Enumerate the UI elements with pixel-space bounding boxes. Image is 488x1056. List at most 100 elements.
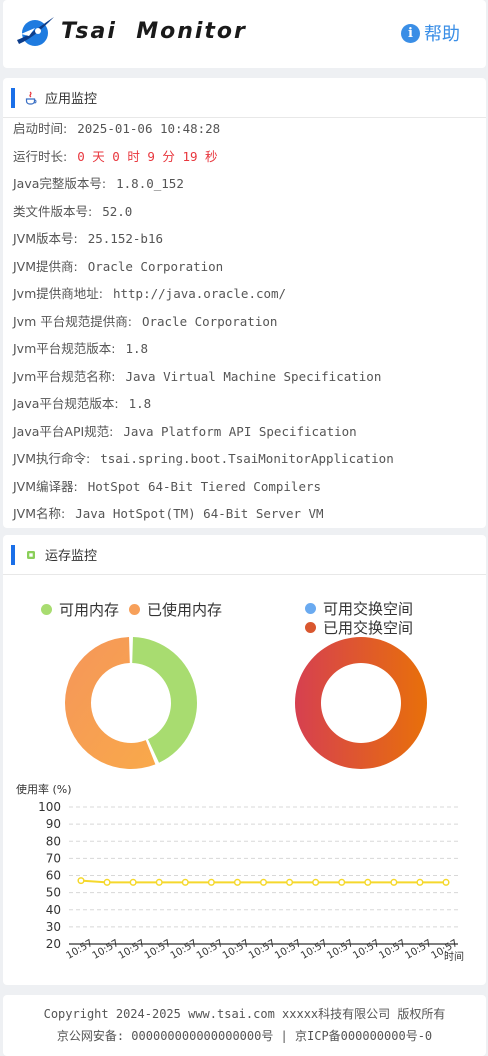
info-key: Jvm提供商地址: (13, 286, 103, 301)
info-value: 25.152-b16 (87, 231, 163, 246)
donut-slice-used-swap[interactable] (294, 637, 427, 769)
info-row: JVM名称: Java HotSpot(TM) 64-Bit Server VM (13, 507, 486, 535)
usage-line-chart[interactable]: 使用率 (%)203040506070809010010:5710:5710:5… (3, 777, 486, 967)
usage-data-point[interactable] (103, 878, 111, 886)
info-key: Jvm 平台规范提供商: (13, 313, 132, 329)
memory-monitor-title: 运存监控 (45, 549, 98, 564)
legend-free-swap-item: 可用交换空间 (305, 599, 413, 618)
legend-dot-used-swap (305, 622, 316, 633)
info-value: tsai.spring.boot.TsaiMonitorApplication (100, 451, 394, 466)
info-key: JVM执行命令: (13, 451, 91, 466)
info-value: 0 天 0 时 9 分 19 秒 (77, 148, 218, 164)
info-value: Java Virtual Machine Specification (125, 368, 382, 384)
usage-data-point[interactable] (233, 878, 241, 886)
info-value: 1.8.0_152 (116, 176, 184, 191)
x-tick-label: 10:57 (65, 938, 95, 962)
usage-data-point[interactable] (286, 878, 294, 886)
y-tick-label: 100 (38, 800, 61, 814)
app-info-list: 启动时间: 2025-01-06 10:48:28 运行时长: 0 天 0 时 9 分… (3, 122, 486, 535)
info-row: 类文件版本号: 52.0 (13, 203, 486, 233)
swap-legend[interactable]: 可用交换空间 已用交换空间 (305, 599, 413, 637)
usage-data-point[interactable] (390, 878, 398, 886)
usage-data-point[interactable] (77, 877, 85, 885)
java-icon (25, 90, 37, 105)
y-tick-label: 60 (46, 869, 61, 883)
x-tick-label: 10:57 (273, 938, 303, 962)
license-text: 京公网安备: 000000000000000000号 | 京ICP备000000… (56, 1029, 433, 1043)
x-tick-label: 10:57 (325, 938, 355, 962)
legend-dot-used-memory (129, 604, 141, 615)
info-row: Jvm平台规范版本: 1.8 (13, 342, 486, 370)
info-key: 启动时间: (13, 121, 68, 136)
accent-bar (11, 544, 15, 565)
usage-data-point[interactable] (338, 878, 346, 886)
chip-icon (25, 548, 37, 562)
app-monitor-card: 应用监控 启动时间: 2025-01-06 10:48:28 运行时长: 0 天 0 … (3, 78, 486, 528)
info-key: Java平台规范版本: (13, 396, 119, 411)
legend-dot-free-memory (41, 604, 52, 615)
info-key: JVM版本号: (13, 231, 78, 246)
app-monitor-title: 应用监控 (45, 92, 98, 107)
legend-free-memory: 可用内存 (59, 601, 120, 619)
info-row: 启动时间: 2025-01-06 10:48:28 (13, 122, 486, 150)
info-row: 运行时长: 0 天 0 时 9 分 19 秒 (13, 148, 486, 178)
y-tick-label: 50 (46, 886, 61, 900)
usage-data-point[interactable] (364, 878, 372, 886)
info-key: JVM名称: (13, 506, 66, 521)
info-row: JVM编译器: HotSpot 64-Bit Tiered Compilers (13, 478, 486, 508)
info-key: JVM提供商: (13, 258, 78, 274)
logo-icon (17, 17, 54, 46)
usage-data-point[interactable] (207, 878, 215, 886)
usage-data-point[interactable] (312, 878, 320, 886)
usage-data-point[interactable] (181, 878, 189, 886)
info-row: Java完整版本号: 1.8.0_152 (13, 177, 486, 205)
usage-data-point[interactable] (129, 878, 137, 886)
y-axis-label: 使用率 (%) (16, 782, 72, 796)
legend-free-swap: 可用交换空间 (323, 600, 414, 618)
usage-data-point[interactable] (442, 878, 450, 886)
app-header: Tsai Monitor i 帮助 (3, 0, 486, 68)
x-tick-label: 10:57 (247, 938, 277, 962)
info-row: Jvm平台规范名称: Java Virtual Machine Specifica… (13, 368, 486, 398)
info-value: Java Platform API Specification (123, 423, 357, 439)
page-footer: Copyright 2024-2025 www.tsai.com xxxxx科技… (3, 995, 486, 1056)
info-key: Jvm平台规范版本: (13, 341, 116, 356)
memory-donut-chart[interactable] (61, 633, 201, 773)
usage-data-point[interactable] (416, 878, 424, 886)
info-value: 1.8 (128, 396, 152, 411)
info-icon: i (401, 23, 420, 43)
info-value: HotSpot 64-Bit Tiered Compilers (87, 478, 322, 494)
info-value: http://java.oracle.com/ (112, 286, 287, 301)
memory-legend[interactable]: 可用内存 已使用内存 (41, 599, 222, 620)
info-row: JVM版本号: 25.152-b16 (13, 232, 486, 260)
swap-donut-chart[interactable] (291, 633, 431, 773)
x-axis-label: 时间 (444, 950, 464, 963)
y-tick-label: 20 (46, 937, 61, 951)
info-key: JVM编译器: (13, 478, 78, 494)
info-row: JVM提供商: Oracle Corporation (13, 258, 486, 288)
x-tick-label: 10:57 (377, 938, 407, 962)
legend-dot-free-swap (305, 603, 316, 614)
x-tick-label: 10:57 (403, 938, 433, 962)
usage-data-point[interactable] (155, 878, 163, 886)
y-tick-label: 80 (46, 834, 61, 848)
info-row: Java平台规范版本: 1.8 (13, 397, 486, 425)
info-row: Java平台API规范: Java Platform API Specificat… (13, 423, 486, 453)
y-tick-label: 70 (46, 851, 61, 865)
info-key: Java平台API规范: (13, 423, 114, 439)
info-key: Java完整版本号: (13, 176, 107, 191)
app-monitor-header: 应用监控 (3, 78, 486, 118)
info-value: 52.0 (102, 203, 133, 219)
brand-title: Tsai Monitor (61, 19, 247, 44)
usage-data-point[interactable] (259, 878, 268, 886)
memory-monitor-card: 运存监控 可用内存 已使用内存 可用交换空间 已用交换空间 使用率 (%) 20 3… (3, 535, 486, 985)
help-button[interactable]: i 帮助 (401, 20, 460, 46)
info-row: Jvm 平台规范提供商: Oracle Corporation (13, 313, 486, 343)
info-key: Jvm平台规范名称: (13, 368, 116, 384)
x-tick-label: 10:57 (169, 938, 199, 962)
info-value: Java HotSpot(TM) 64-Bit Server VM (75, 506, 324, 521)
y-tick-label: 90 (46, 817, 61, 831)
info-key: 运行时长: (13, 148, 68, 164)
y-tick-label: 40 (46, 903, 61, 917)
x-tick-label: 10:57 (117, 938, 147, 962)
